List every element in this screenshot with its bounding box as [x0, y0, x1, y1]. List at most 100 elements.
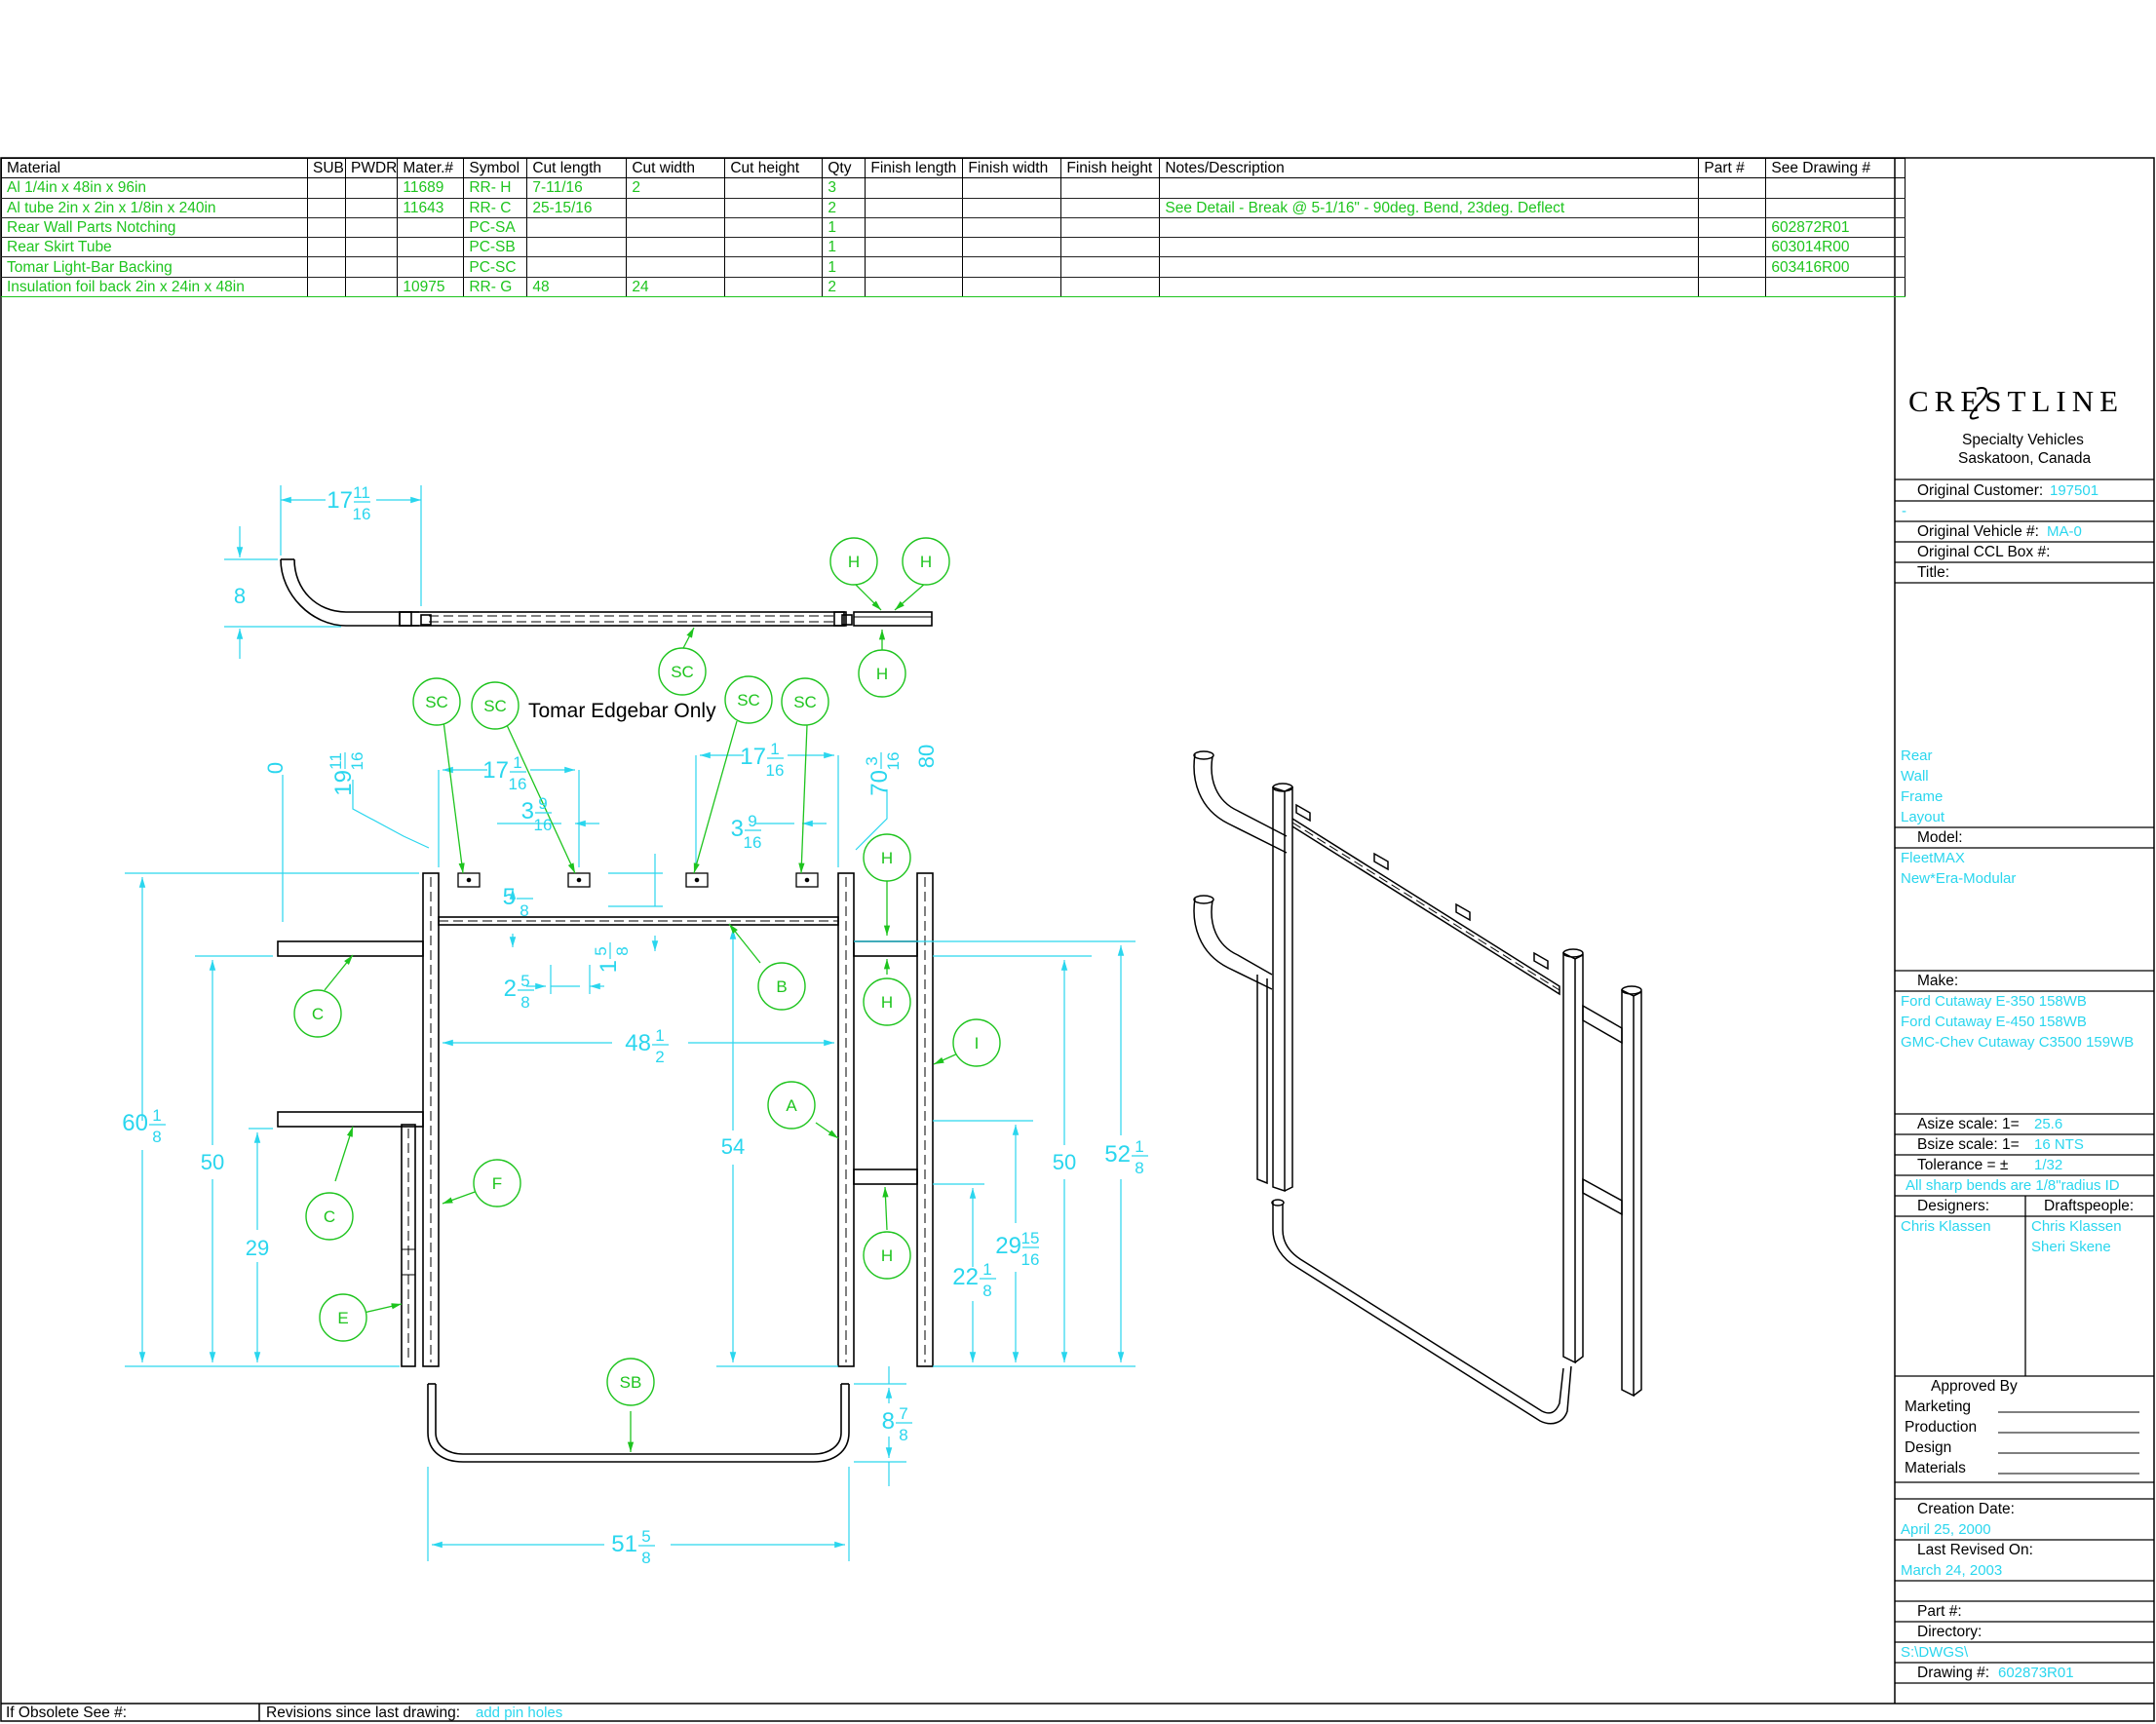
- callout-label: H: [881, 993, 893, 1012]
- bom-cell: 25-15/16: [526, 197, 628, 218]
- asize-label: Asize scale: 1=: [1917, 1116, 2020, 1132]
- top-view-bent-tube: [280, 558, 419, 627]
- bom-cell: [307, 216, 346, 239]
- dimension-text: 8: [899, 1426, 907, 1444]
- callout-label: C: [324, 1207, 335, 1226]
- bom-cell: [307, 256, 346, 278]
- callout-label: SC: [793, 693, 817, 711]
- dimension-text: 16: [744, 833, 762, 852]
- dimension-text: 16: [509, 775, 527, 793]
- make-line: Ford Cutaway E-450 158WB: [1901, 1014, 2087, 1030]
- dimension-text: 5: [520, 972, 529, 990]
- make-label: Make:: [1917, 973, 1959, 989]
- callout-label: SC: [737, 691, 760, 709]
- dimension-text: 70: [866, 770, 893, 796]
- col-header: Part #: [1698, 157, 1767, 179]
- dimension-text: 80: [914, 745, 939, 768]
- dimension-text: 11: [353, 483, 370, 502]
- bom-cell: [1060, 216, 1161, 239]
- bom-cell: 1: [822, 256, 866, 278]
- col-header: See Drawing #: [1765, 157, 1906, 179]
- callout-label: H: [881, 849, 893, 867]
- dimension-text: 1: [982, 1260, 991, 1279]
- model-line: FleetMAX: [1901, 850, 1965, 866]
- callout-label: H: [881, 1246, 893, 1265]
- left-tube-upper: [277, 940, 424, 957]
- original-vehicle-value: MA-0: [2047, 523, 2082, 540]
- bom-cell: RR- C: [463, 197, 528, 218]
- bom-cell: 10975: [397, 276, 465, 298]
- bom-cell: [1060, 177, 1161, 199]
- drawing-no-label: Drawing #:: [1917, 1665, 1990, 1681]
- dimension-fraction: 51 5 8: [611, 1527, 655, 1567]
- bom-cell: [397, 216, 465, 239]
- drawing-no-value: 602873R01: [1998, 1665, 2074, 1681]
- title-line: Rear: [1901, 747, 1933, 764]
- bom-cell: [1698, 197, 1767, 218]
- callout-label: B: [776, 977, 787, 996]
- bends-note: All sharp bends are 1/8"radius ID: [1906, 1177, 2120, 1194]
- dimension-fraction: 8 78: [882, 1404, 912, 1444]
- dimension-fraction: 48 1 2: [625, 1026, 669, 1066]
- dimension-text: 5: [503, 884, 516, 910]
- bom-cell: [1060, 237, 1161, 258]
- dimension-text: 60: [122, 1110, 148, 1136]
- approval-production: Production: [1905, 1419, 1978, 1436]
- bom-cell: 602872R01: [1765, 216, 1906, 239]
- draftspeople-label: Draftspeople:: [2044, 1198, 2135, 1214]
- dimension-fraction: 29 15 16: [995, 1229, 1039, 1269]
- dimension-text: 9: [538, 794, 547, 813]
- dimension-fraction: 1911 16: [327, 752, 366, 796]
- company-subtitle: Specialty Vehicles: [1962, 432, 2084, 448]
- dimension-text: 51: [611, 1531, 637, 1557]
- dimension-text: 5: [641, 1527, 650, 1546]
- bom-cell: RR- H: [463, 177, 528, 199]
- dimension-text: 15: [1021, 1229, 1040, 1247]
- bom-cell: [397, 256, 465, 278]
- dimension-text: 8: [1135, 1159, 1143, 1177]
- dimension-fraction: 2 5 8: [504, 972, 534, 1012]
- bom-cell: 48: [526, 276, 628, 298]
- bom-cell: [344, 276, 399, 298]
- bom-cell: Al tube 2in x 2in x 1/8in x 240in: [1, 197, 308, 218]
- callout-label: SC: [671, 663, 694, 681]
- dimension-text: 17: [482, 757, 509, 784]
- draftsperson-name: Sheri Skene: [2031, 1239, 2111, 1255]
- dimension-text: 50: [1053, 1150, 1076, 1174]
- bom-cell: [1060, 197, 1161, 218]
- dimension-text: 8: [882, 1408, 895, 1435]
- dimension-text: 5: [592, 946, 610, 955]
- dimension-text: 3: [731, 816, 744, 842]
- bom-cell: [344, 216, 399, 239]
- title-line: Frame: [1901, 788, 1944, 805]
- bill-of-materials: Material SUB PWDR Mater.# Symbol Cut len…: [1, 157, 1906, 298]
- approval-design: Design: [1905, 1439, 1952, 1456]
- dimension-fraction: 17 1 16: [482, 753, 526, 793]
- bom-cell: [344, 256, 399, 278]
- bom-cell: [526, 237, 628, 258]
- bom-cell: [865, 237, 964, 258]
- dimension-text: 7: [899, 1404, 907, 1423]
- bom-row: Al 1/4in x 48in x 96in 11689 RR- H 7-11/16 2…: [1, 177, 1906, 199]
- bom-cell: 11643: [397, 197, 465, 218]
- title-label: Title:: [1917, 564, 1950, 581]
- approval-marketing: Marketing: [1905, 1398, 1972, 1415]
- dimension-fraction: 58: [503, 884, 533, 920]
- bom-cell: [865, 177, 964, 199]
- bom-row: Rear Wall Parts Notching PC-SA 1 602872R01: [1, 216, 1906, 239]
- col-header: Symbol: [463, 157, 528, 179]
- dimension-text: 8: [152, 1128, 161, 1146]
- callout-label: I: [975, 1034, 980, 1053]
- bom-cell: [1060, 276, 1161, 298]
- tolerance-value: 1/32: [2034, 1157, 2063, 1173]
- callout-label: SB: [620, 1373, 642, 1392]
- bom-cell: 24: [626, 276, 726, 298]
- bom-cell: [526, 256, 628, 278]
- revisions-value: add pin holes: [476, 1705, 563, 1721]
- isometric-view: [1193, 750, 1642, 1425]
- revisions-label: Revisions since last drawing:: [266, 1705, 461, 1721]
- bom-cell: [724, 276, 824, 298]
- bom-cell: [526, 216, 628, 239]
- callout-label: C: [312, 1005, 324, 1023]
- make-line: GMC-Chev Cutaway C3500 159WB: [1901, 1034, 2135, 1051]
